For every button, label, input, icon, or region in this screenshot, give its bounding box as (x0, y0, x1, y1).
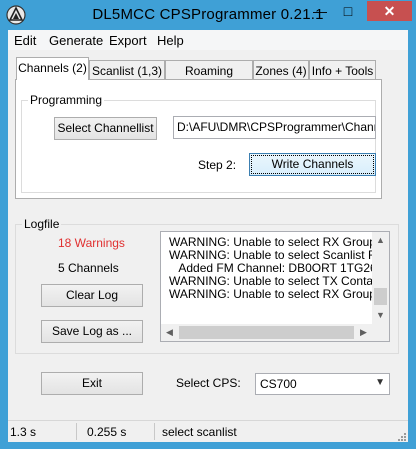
tab-info-tools-label: Info + Tools (311, 64, 374, 78)
exit-label: Exit (81, 376, 102, 390)
menu-generate[interactable]: Generate (49, 33, 103, 48)
save-log-label: Save Log as ... (51, 324, 133, 338)
log-horizontal-scrollbar[interactable]: ◀ ▶ (161, 324, 372, 341)
cps-selected-value: CS700 (260, 377, 297, 391)
scrollbar-corner (372, 324, 389, 341)
menu-export-label: Export (109, 33, 147, 48)
scroll-right-icon[interactable]: ▶ (355, 324, 372, 341)
select-channellist-button[interactable]: Select Channellist (54, 117, 157, 140)
status-bar: 1.3 s 0.255 s select scanlist (8, 420, 408, 442)
tab-zones-label: Zones (4) (255, 64, 307, 78)
tab-roaming[interactable]: Roaming (1b,3b) (165, 60, 253, 98)
scroll-up-icon[interactable]: ▲ (372, 232, 389, 249)
log-line: WARNING: Unable to select RX Group W (169, 287, 390, 301)
vertical-scroll-thumb[interactable] (374, 288, 387, 305)
status-time-total: 1.3 s (10, 425, 37, 439)
client-area: Edit Generate Export Help Channels (2) S… (8, 30, 408, 442)
menu-bar: Edit Generate Export Help (8, 30, 408, 50)
tab-channels-label: Channels (2) (18, 61, 87, 75)
menu-edit-label: Edit (14, 33, 37, 48)
tab-info-tools[interactable]: Info + Tools (309, 60, 376, 80)
logfile-group-label: Logfile (22, 217, 62, 231)
select-cps-label: Select CPS: (176, 376, 241, 390)
tab-channels[interactable]: Channels (2) (16, 57, 89, 80)
clear-log-label: Clear Log (65, 288, 119, 302)
clear-log-button[interactable]: Clear Log (41, 284, 143, 307)
log-line: WARNING: Unable to select Scanlist Rhei (169, 248, 390, 262)
programming-group-label: Programming (28, 93, 105, 107)
select-channellist-label: Select Channellist (57, 121, 154, 135)
menu-help-label: Help (157, 33, 184, 48)
status-separator (76, 423, 77, 440)
minimize-button[interactable]: — (307, 1, 333, 21)
tab-scanlist[interactable]: Scanlist (1,3) (89, 60, 165, 80)
channels-tab-panel: Programming Select Channellist D:\AFU\DM… (15, 79, 382, 199)
log-textbox[interactable]: WARNING: Unable to select RX Group W WAR… (160, 231, 390, 342)
resize-grip-icon[interactable] (396, 430, 406, 441)
menu-export[interactable]: Export (109, 33, 147, 48)
menu-generate-label: Generate (49, 33, 104, 48)
app-window: DL5MCC CPSProgrammer 0.21.1 — □ ✕ Edit G… (0, 0, 416, 449)
scroll-left-icon[interactable]: ◀ (161, 324, 178, 341)
status-message: select scanlist (162, 425, 237, 439)
programming-group: Programming (21, 93, 376, 193)
warnings-count: 18 Warnings (58, 236, 125, 250)
chevron-down-icon[interactable]: ▼ (375, 377, 385, 388)
log-vertical-scrollbar[interactable]: ▲ ▼ (372, 232, 389, 324)
log-line: Added FM Channel: DB0ORT 1TG262 (169, 261, 384, 275)
status-separator (154, 423, 155, 440)
log-line: WARNING: Unable to select TX Contact T (169, 274, 390, 288)
status-time-step: 0.255 s (87, 425, 127, 439)
exit-button[interactable]: Exit (41, 372, 143, 395)
channels-count: 5 Channels (58, 261, 119, 275)
horizontal-scroll-thumb[interactable] (179, 326, 354, 339)
step-label: Step 2: (198, 158, 237, 172)
write-channels-button[interactable]: Write Channels (249, 153, 376, 176)
channellist-path-field[interactable]: D:\AFU\DMR\CPSProgrammer\Channell (173, 116, 376, 139)
menu-help[interactable]: Help (157, 33, 184, 48)
tab-scanlist-label: Scanlist (1,3) (91, 64, 163, 78)
cps-select[interactable]: CS700 ▼ (255, 373, 390, 395)
write-channels-label: Write Channels (271, 157, 354, 171)
close-button[interactable]: ✕ (367, 1, 412, 21)
menu-edit[interactable]: Edit (14, 33, 36, 48)
maximize-button[interactable]: □ (335, 1, 361, 21)
save-log-button[interactable]: Save Log as ... (41, 320, 143, 343)
tab-zones[interactable]: Zones (4) (253, 60, 309, 80)
log-line: WARNING: Unable to select RX Group W (169, 235, 390, 249)
title-bar[interactable]: DL5MCC CPSProgrammer 0.21.1 — □ ✕ (0, 0, 416, 30)
scroll-down-icon[interactable]: ▼ (372, 307, 389, 324)
